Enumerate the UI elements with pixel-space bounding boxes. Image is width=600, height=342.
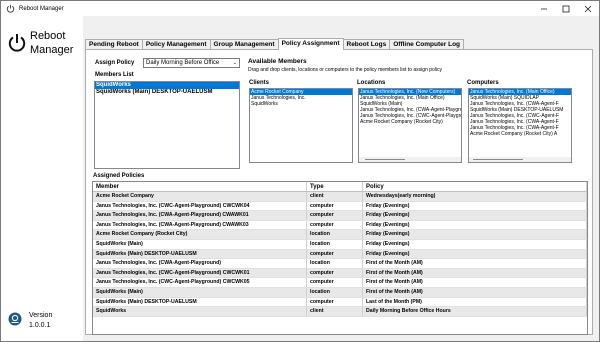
computers-label: Computers [467,80,499,86]
cell-type: computer [307,220,363,230]
table-row[interactable]: SquidWorks client Daily Morning Before Off… [93,307,587,317]
table-row[interactable]: SquidWorks (Main) DESKTOP-UAELUSM compute… [93,297,587,308]
power-icon [8,34,26,52]
list-item[interactable]: Acme Rocket Company (Rocket City) [359,119,461,125]
assign-policy-label: Assign Policy [95,60,135,66]
locations-listbox[interactable]: Janus Technologies, Inc. (New Computers)… [358,88,462,163]
close-button[interactable] [577,1,599,16]
cell-policy: Daily Morning Before Office Hours [363,307,587,316]
cell-member: Janus Technologies, Inc. (CWC-Agent-Play… [93,268,307,278]
members-listbox[interactable]: SquidWorks SquidWorks (Main) DESKTOP-UAE… [94,81,240,169]
table-row[interactable]: Janus Technologies, Inc. (CWC-Agent-Play… [93,268,587,279]
column-header-policy[interactable]: Policy [363,182,587,191]
policy-assignment-panel: Assign Policy Daily Morning Before Offic… [85,49,593,335]
list-item[interactable]: SquidWorks (Main) DESKTOP-UAELUSM [95,89,239,96]
clients-label: Clients [249,80,270,86]
cell-type: location [307,287,363,297]
locations-label: Locations [357,80,386,86]
list-item[interactable]: Acme Rocket Company (Rocket City) A [469,131,571,137]
table-body: Acme Rocket Company client Wednesdays(earl… [93,192,587,317]
cell-type: computer [307,249,363,259]
cell-member: SquidWorks [93,307,307,316]
brand-title-line2: Manager [30,44,74,56]
cell-policy: Friday (Evenings) [363,201,587,211]
cell-type: location [307,259,363,268]
gear-icon[interactable] [8,312,22,326]
cell-member: SquidWorks (Main) [93,287,307,297]
cell-type: computer [307,268,363,278]
version-value: 1.0.0.1 [29,322,51,329]
tab-policy-assignment[interactable]: Policy Assignment [277,38,344,50]
maximize-icon [562,5,570,12]
minimize-icon [541,8,547,9]
assigned-policies-label: Assigned Policies [93,173,145,179]
cell-member: SquidWorks (Main) DESKTOP-UAELUSM [93,297,307,307]
list-item[interactable]: SquidWorks [95,82,239,89]
table-row[interactable]: Janus Technologies, Inc. (CWA-Agent-Play… [93,259,587,269]
cell-policy: Friday (Evenings) [363,239,587,249]
cell-member: Acme Rocket Company (Rocket City) [93,230,307,239]
table-row[interactable]: Janus Technologies, Inc. (CWA-Agent-Play… [93,220,587,231]
title-bar[interactable]: Reboot Manager [1,1,599,16]
cell-member: Janus Technologies, Inc. (CWA-Agent-Play… [93,220,307,230]
assign-policy-value: Daily Morning Before Office [146,60,220,66]
cell-type: computer [307,201,363,211]
sidebar: Reboot Manager Version 1.0.0.1 [1,16,83,341]
maximize-button[interactable] [555,1,577,16]
cell-type: computer [307,278,363,287]
assigned-policies-table[interactable]: Member Type Policy Acme Rocket Company cl… [92,181,588,335]
cell-member: Acme Rocket Company [93,192,307,201]
cell-member: SquidWorks (Main) [93,239,307,249]
cell-policy: First of the Month (AM) [363,278,587,287]
list-item[interactable]: SquidWorks [250,101,352,107]
available-members-title: Available Members [248,58,307,65]
cell-policy: Friday (Evenings) [363,211,587,220]
cell-type: client [307,307,363,316]
column-header-member[interactable]: Member [93,182,307,191]
cell-member: SquidWorks (Main) DESKTOP-UAELUSM [93,249,307,259]
table-row[interactable]: SquidWorks (Main) location Friday (Evening… [93,239,587,250]
members-list-label: Members List [95,72,134,78]
computers-scrollbar[interactable] [469,157,571,162]
table-row[interactable]: Janus Technologies, Inc. (CWC-Agent-Play… [93,278,587,288]
computers-listbox[interactable]: Janus Technologies, Inc. (Main Office) S… [468,88,572,163]
cell-member: Janus Technologies, Inc. (CWA-Agent-Play… [93,211,307,220]
cell-policy: Friday (Evenings) [363,230,587,239]
column-header-type[interactable]: Type [307,182,363,191]
cell-policy: First of the Month (AM) [363,268,587,278]
assign-policy-select[interactable]: Daily Morning Before Office ⌄ [143,58,240,68]
chevron-down-icon: ⌄ [232,60,237,66]
cell-type: computer [307,211,363,220]
table-row[interactable]: Janus Technologies, Inc. (CWA-Agent-Play… [93,211,587,221]
cell-policy: Friday (Evenings) [363,249,587,259]
table-row[interactable]: Janus Technologies, Inc. (CWC-Agent-Play… [93,201,587,212]
app-window: Reboot Manager Reboot Manager Version 1.… [0,0,600,342]
cell-member: Janus Technologies, Inc. (CWC-Agent-Play… [93,201,307,211]
cell-type: client [307,192,363,201]
window-title: Reboot Manager [19,5,64,12]
cell-type: location [307,239,363,249]
cell-type: location [307,230,363,239]
table-row[interactable]: SquidWorks (Main) location First of the Mo… [93,287,587,298]
cell-policy: Friday (Evenings) [363,220,587,230]
brand-title-line1: Reboot [30,30,66,42]
cell-policy: Wednesdays(early morning) [363,192,587,201]
table-row[interactable]: Acme Rocket Company (Rocket City) locatio… [93,230,587,240]
cell-type: computer [307,297,363,307]
locations-scrollbar[interactable] [359,157,461,162]
version-label: Version [29,312,53,319]
table-row[interactable]: Acme Rocket Company client Wednesdays(earl… [93,192,587,202]
cell-policy: First of the Month (AM) [363,287,587,297]
power-icon [6,4,15,13]
cell-policy: Last of the Month (PM) [363,297,587,307]
table-row[interactable]: SquidWorks (Main) DESKTOP-UAELUSM compute… [93,249,587,260]
minimize-button[interactable] [533,1,555,16]
cell-member: Janus Technologies, Inc. (CWC-Agent-Play… [93,278,307,287]
close-icon [584,5,592,12]
available-members-hint: Drag and drop clients, locations or comp… [248,67,442,73]
table-header: Member Type Policy [93,182,587,192]
cell-policy: First of the Month (AM) [363,259,587,268]
clients-listbox[interactable]: Acme Rocket Company Janus Technologies, … [249,88,353,163]
cell-member: Janus Technologies, Inc. (CWA-Agent-Play… [93,259,307,268]
